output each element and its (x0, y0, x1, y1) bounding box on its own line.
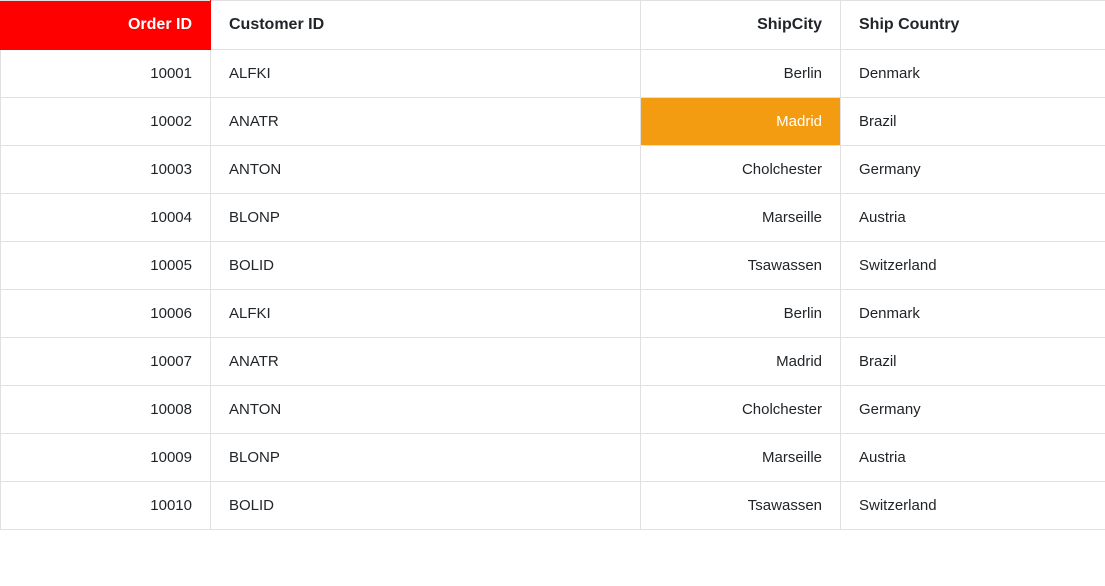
cell-shipcountry[interactable]: Denmark (841, 50, 1105, 98)
cell-shipcity[interactable]: Cholchester (641, 146, 841, 194)
cell-shipcountry[interactable]: Brazil (841, 98, 1105, 146)
cell-shipcountry[interactable]: Austria (841, 434, 1105, 482)
cell-customerid[interactable]: ALFKI (211, 290, 641, 338)
table-row[interactable]: 10003ANTONCholchesterGermany (1, 146, 1105, 194)
table-row[interactable]: 10010BOLIDTsawassenSwitzerland (1, 482, 1105, 530)
cell-shipcity[interactable]: Cholchester (641, 386, 841, 434)
cell-customerid[interactable]: ANATR (211, 98, 641, 146)
cell-orderid[interactable]: 10003 (1, 146, 211, 194)
cell-orderid[interactable]: 10001 (1, 50, 211, 98)
cell-shipcity[interactable]: Marseille (641, 434, 841, 482)
cell-customerid[interactable]: ANATR (211, 338, 641, 386)
cell-customerid[interactable]: ALFKI (211, 50, 641, 98)
cell-customerid[interactable]: BLONP (211, 434, 641, 482)
cell-shipcity[interactable]: Tsawassen (641, 482, 841, 530)
cell-customerid[interactable]: BOLID (211, 242, 641, 290)
table-row[interactable]: 10008ANTONCholchesterGermany (1, 386, 1105, 434)
table-row[interactable]: 10007ANATRMadridBrazil (1, 338, 1105, 386)
orders-table: Order ID Customer ID ShipCity Ship Count… (0, 0, 1105, 530)
cell-shipcity[interactable]: Madrid (641, 338, 841, 386)
table-row[interactable]: 10002ANATRMadridBrazil (1, 98, 1105, 146)
data-grid[interactable]: Order ID Customer ID ShipCity Ship Count… (0, 0, 1105, 530)
cell-orderid[interactable]: 10005 (1, 242, 211, 290)
cell-orderid[interactable]: 10006 (1, 290, 211, 338)
cell-customerid[interactable]: ANTON (211, 386, 641, 434)
cell-shipcountry[interactable]: Switzerland (841, 242, 1105, 290)
cell-shipcity[interactable]: Berlin (641, 50, 841, 98)
table-header-row: Order ID Customer ID ShipCity Ship Count… (1, 1, 1105, 50)
cell-shipcountry[interactable]: Germany (841, 386, 1105, 434)
cell-customerid[interactable]: BLONP (211, 194, 641, 242)
table-row[interactable]: 10004BLONPMarseilleAustria (1, 194, 1105, 242)
cell-shipcity[interactable]: Berlin (641, 290, 841, 338)
cell-shipcountry[interactable]: Switzerland (841, 482, 1105, 530)
cell-shipcountry[interactable]: Brazil (841, 338, 1105, 386)
table-row[interactable]: 10006ALFKIBerlinDenmark (1, 290, 1105, 338)
cell-shipcity[interactable]: Tsawassen (641, 242, 841, 290)
cell-shipcity[interactable]: Marseille (641, 194, 841, 242)
cell-orderid[interactable]: 10002 (1, 98, 211, 146)
col-header-shipcity[interactable]: ShipCity (641, 1, 841, 50)
cell-orderid[interactable]: 10010 (1, 482, 211, 530)
col-header-orderid[interactable]: Order ID (1, 1, 211, 50)
cell-orderid[interactable]: 10009 (1, 434, 211, 482)
cell-customerid[interactable]: BOLID (211, 482, 641, 530)
cell-shipcity[interactable]: Madrid (641, 98, 841, 146)
cell-orderid[interactable]: 10007 (1, 338, 211, 386)
col-header-customerid[interactable]: Customer ID (211, 1, 641, 50)
cell-shipcountry[interactable]: Austria (841, 194, 1105, 242)
col-header-shipcountry[interactable]: Ship Country (841, 1, 1105, 50)
cell-customerid[interactable]: ANTON (211, 146, 641, 194)
cell-shipcountry[interactable]: Germany (841, 146, 1105, 194)
cell-orderid[interactable]: 10008 (1, 386, 211, 434)
cell-orderid[interactable]: 10004 (1, 194, 211, 242)
table-row[interactable]: 10009BLONPMarseilleAustria (1, 434, 1105, 482)
table-row[interactable]: 10001ALFKIBerlinDenmark (1, 50, 1105, 98)
table-row[interactable]: 10005BOLIDTsawassenSwitzerland (1, 242, 1105, 290)
cell-shipcountry[interactable]: Denmark (841, 290, 1105, 338)
